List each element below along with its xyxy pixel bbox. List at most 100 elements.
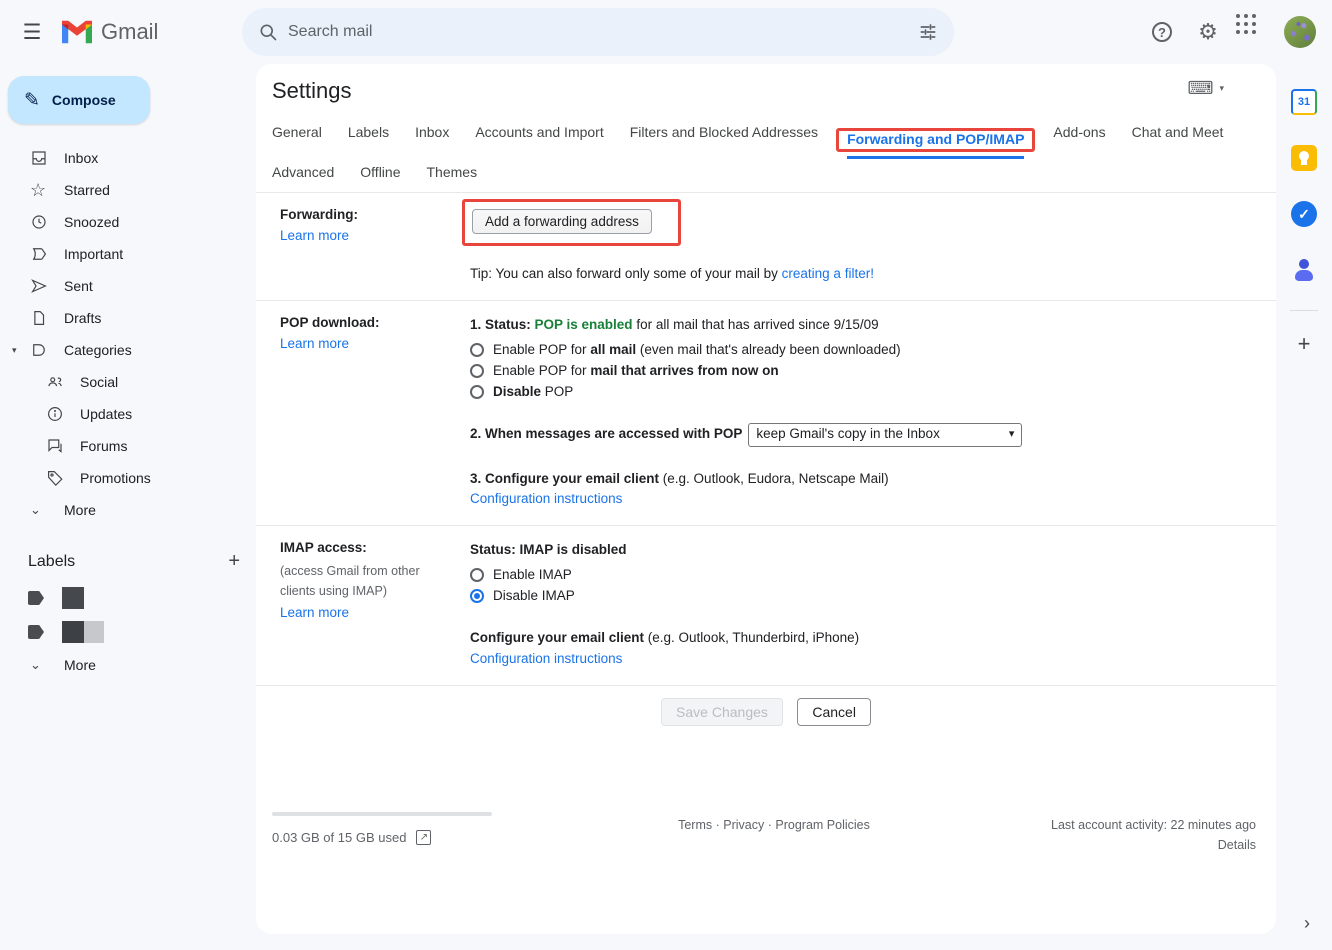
- collapse-caret-icon[interactable]: ▾: [12, 345, 17, 356]
- search-input[interactable]: [288, 23, 908, 41]
- important-marker-icon: [30, 245, 64, 263]
- sidebar-item-updates[interactable]: Updates: [0, 398, 256, 430]
- tab-general[interactable]: General: [272, 114, 322, 152]
- external-link-icon[interactable]: ↗: [416, 830, 431, 845]
- top-header: ☰ Gmail ? ⚙: [0, 0, 1332, 64]
- activity-details-link[interactable]: Details: [976, 838, 1256, 852]
- add-forwarding-address-button[interactable]: Add a forwarding address: [472, 209, 652, 234]
- gmail-m-icon: [62, 20, 92, 44]
- document-icon: [30, 309, 64, 327]
- sidebar-item-promotions[interactable]: Promotions: [0, 462, 256, 494]
- tab-offline[interactable]: Offline: [360, 154, 400, 192]
- pop-option-all-mail[interactable]: Enable POP for all mail (even mail that'…: [470, 340, 1236, 361]
- imap-option-disable[interactable]: Disable IMAP: [470, 585, 1236, 606]
- google-apps-icon[interactable]: [1234, 12, 1274, 52]
- storage-meter[interactable]: [272, 812, 492, 816]
- input-tools-selector[interactable]: ⌨ ▾: [1187, 78, 1224, 99]
- tasks-icon[interactable]: ✓: [1284, 194, 1324, 234]
- save-changes-button[interactable]: Save Changes: [661, 698, 783, 726]
- pop-option-disable[interactable]: Disable POP: [470, 382, 1236, 403]
- pop-learn-more-link[interactable]: Learn more: [280, 336, 349, 351]
- pop-status: 1. Status: POP is enabled for all mail t…: [470, 315, 1236, 335]
- right-side-panel: 31 ✓ + ›: [1276, 64, 1332, 950]
- radio-icon[interactable]: [470, 343, 484, 357]
- tab-labels[interactable]: Labels: [348, 114, 389, 152]
- account-avatar[interactable]: [1284, 16, 1316, 48]
- search-options-icon[interactable]: [908, 12, 948, 52]
- imap-learn-more-link[interactable]: Learn more: [280, 605, 349, 620]
- contacts-icon[interactable]: [1284, 250, 1324, 290]
- label-icon: [30, 341, 64, 359]
- search-bar[interactable]: [242, 8, 954, 56]
- cancel-button[interactable]: Cancel: [797, 698, 871, 726]
- tab-filters-and-blocked-addresses[interactable]: Filters and Blocked Addresses: [630, 114, 818, 152]
- program-policies-link[interactable]: Program Policies: [775, 818, 869, 832]
- radio-icon[interactable]: [470, 589, 484, 603]
- radio-icon[interactable]: [470, 364, 484, 378]
- forwarding-tip: Tip: You can also forward only some of y…: [470, 264, 1236, 284]
- sidebar-item-more[interactable]: ⌄ More: [0, 494, 256, 526]
- people-icon: [46, 373, 80, 391]
- pencil-icon: ✎: [24, 89, 40, 112]
- tab-advanced[interactable]: Advanced: [272, 154, 334, 192]
- mail-footer: 0.03 GB of 15 GB used ↗ Terms · Privacy …: [256, 812, 1276, 852]
- imap-configuration-instructions-link[interactable]: Configuration instructions: [470, 651, 622, 666]
- sidebar-item-social[interactable]: Social: [0, 366, 256, 398]
- tab-inbox[interactable]: Inbox: [415, 114, 449, 152]
- header-actions: ? ⚙: [1142, 12, 1332, 52]
- tab-themes[interactable]: Themes: [427, 154, 478, 192]
- tab-forwarding-and-pop-imap[interactable]: Forwarding and POP/IMAP: [847, 121, 1024, 159]
- forwarding-label: Forwarding:: [280, 207, 470, 222]
- terms-link[interactable]: Terms: [678, 818, 712, 832]
- hide-panel-chevron-icon[interactable]: ›: [1304, 913, 1310, 934]
- send-icon: [30, 277, 64, 295]
- radio-icon[interactable]: [470, 385, 484, 399]
- pop-download-label: POP download:: [280, 315, 470, 330]
- forwarding-learn-more-link[interactable]: Learn more: [280, 228, 349, 243]
- sidebar-item-starred[interactable]: ☆ Starred: [0, 174, 256, 206]
- imap-access-section: IMAP access: (access Gmail from other cl…: [256, 525, 1276, 685]
- sidebar-item-sent[interactable]: Sent: [0, 270, 256, 302]
- add-addon-plus-icon[interactable]: +: [1298, 331, 1311, 357]
- sidebar-item-forums[interactable]: Forums: [0, 430, 256, 462]
- chat-icon: [46, 437, 80, 455]
- tabs-row-1: General Labels Inbox Accounts and Import…: [272, 114, 1260, 152]
- sidebar-labels-more[interactable]: ⌄ More: [0, 649, 256, 681]
- label-item-2[interactable]: [0, 615, 256, 649]
- footer-links: Terms · Privacy · Program Policies: [572, 812, 976, 852]
- pop-status-value: POP is enabled: [535, 317, 633, 332]
- creating-a-filter-link[interactable]: creating a filter!: [782, 266, 874, 281]
- imap-option-enable[interactable]: Enable IMAP: [470, 564, 1236, 585]
- help-icon[interactable]: ?: [1142, 12, 1182, 52]
- search-icon[interactable]: [248, 12, 288, 52]
- privacy-link[interactable]: Privacy: [723, 818, 764, 832]
- labels-heading: Labels: [28, 553, 75, 571]
- pop-action-select[interactable]: keep Gmail's copy in the Inbox ▾: [748, 423, 1022, 447]
- main-menu-icon[interactable]: ☰: [8, 8, 56, 56]
- chevron-down-icon: ⌄: [30, 502, 64, 518]
- pop-configuration-instructions-link[interactable]: Configuration instructions: [470, 491, 622, 506]
- radio-icon[interactable]: [470, 568, 484, 582]
- sidebar-item-drafts[interactable]: Drafts: [0, 302, 256, 334]
- label-item-1[interactable]: [0, 581, 256, 615]
- settings-tabs: General Labels Inbox Accounts and Import…: [256, 108, 1276, 192]
- calendar-icon[interactable]: 31: [1284, 82, 1324, 122]
- tab-add-ons[interactable]: Add-ons: [1053, 114, 1105, 152]
- compose-button[interactable]: ✎ Compose: [8, 76, 150, 124]
- pop-option-from-now-on[interactable]: Enable POP for mail that arrives from no…: [470, 361, 1236, 382]
- annotation-box-active-tab: Forwarding and POP/IMAP: [836, 128, 1035, 152]
- keep-icon[interactable]: [1284, 138, 1324, 178]
- sidebar-nav: Inbox ☆ Starred Snoozed Important Sent D…: [0, 142, 256, 526]
- sidebar-item-inbox[interactable]: Inbox: [0, 142, 256, 174]
- sidebar-item-important[interactable]: Important: [0, 238, 256, 270]
- create-label-plus-icon[interactable]: +: [228, 550, 240, 573]
- sidebar-item-categories[interactable]: ▾ Categories: [0, 334, 256, 366]
- settings-gear-icon[interactable]: ⚙: [1188, 12, 1228, 52]
- tab-chat-and-meet[interactable]: Chat and Meet: [1132, 114, 1224, 152]
- keyboard-icon: ⌨: [1187, 78, 1213, 99]
- gmail-logo[interactable]: Gmail: [62, 19, 230, 45]
- label-tag-icon: [28, 591, 44, 605]
- forwarding-section: Forwarding: Learn more Add a forwarding …: [256, 192, 1276, 300]
- tab-accounts-and-import[interactable]: Accounts and Import: [475, 114, 603, 152]
- sidebar-item-snoozed[interactable]: Snoozed: [0, 206, 256, 238]
